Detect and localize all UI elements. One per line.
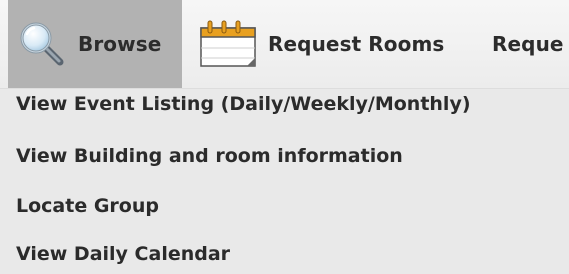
tab-browse-label: Browse	[78, 32, 162, 56]
tab-request-partial[interactable]: Reque	[492, 0, 569, 88]
tab-request-partial-label: Reque	[492, 32, 564, 56]
tab-request-rooms-label: Request Rooms	[268, 32, 445, 56]
browse-dropdown-menu: View Event Listing (Daily/Weekly/Monthly…	[0, 89, 569, 274]
menu-item-view-building-room-info[interactable]: View Building and room information	[16, 138, 403, 174]
magnifier-icon	[20, 22, 64, 66]
menu-item-locate-group[interactable]: Locate Group	[16, 188, 159, 224]
calendar-icon	[200, 20, 256, 67]
menu-bar: Browse Request Rooms Reque	[0, 0, 569, 89]
menu-item-view-event-listing[interactable]: View Event Listing (Daily/Weekly/Monthly…	[16, 86, 471, 122]
menu-item-view-daily-calendar[interactable]: View Daily Calendar	[16, 236, 230, 272]
tab-browse[interactable]: Browse	[8, 0, 182, 88]
tab-request-rooms[interactable]: Request Rooms	[190, 0, 490, 88]
app-frame: Browse Request Rooms Reque View Event Li…	[0, 0, 569, 274]
